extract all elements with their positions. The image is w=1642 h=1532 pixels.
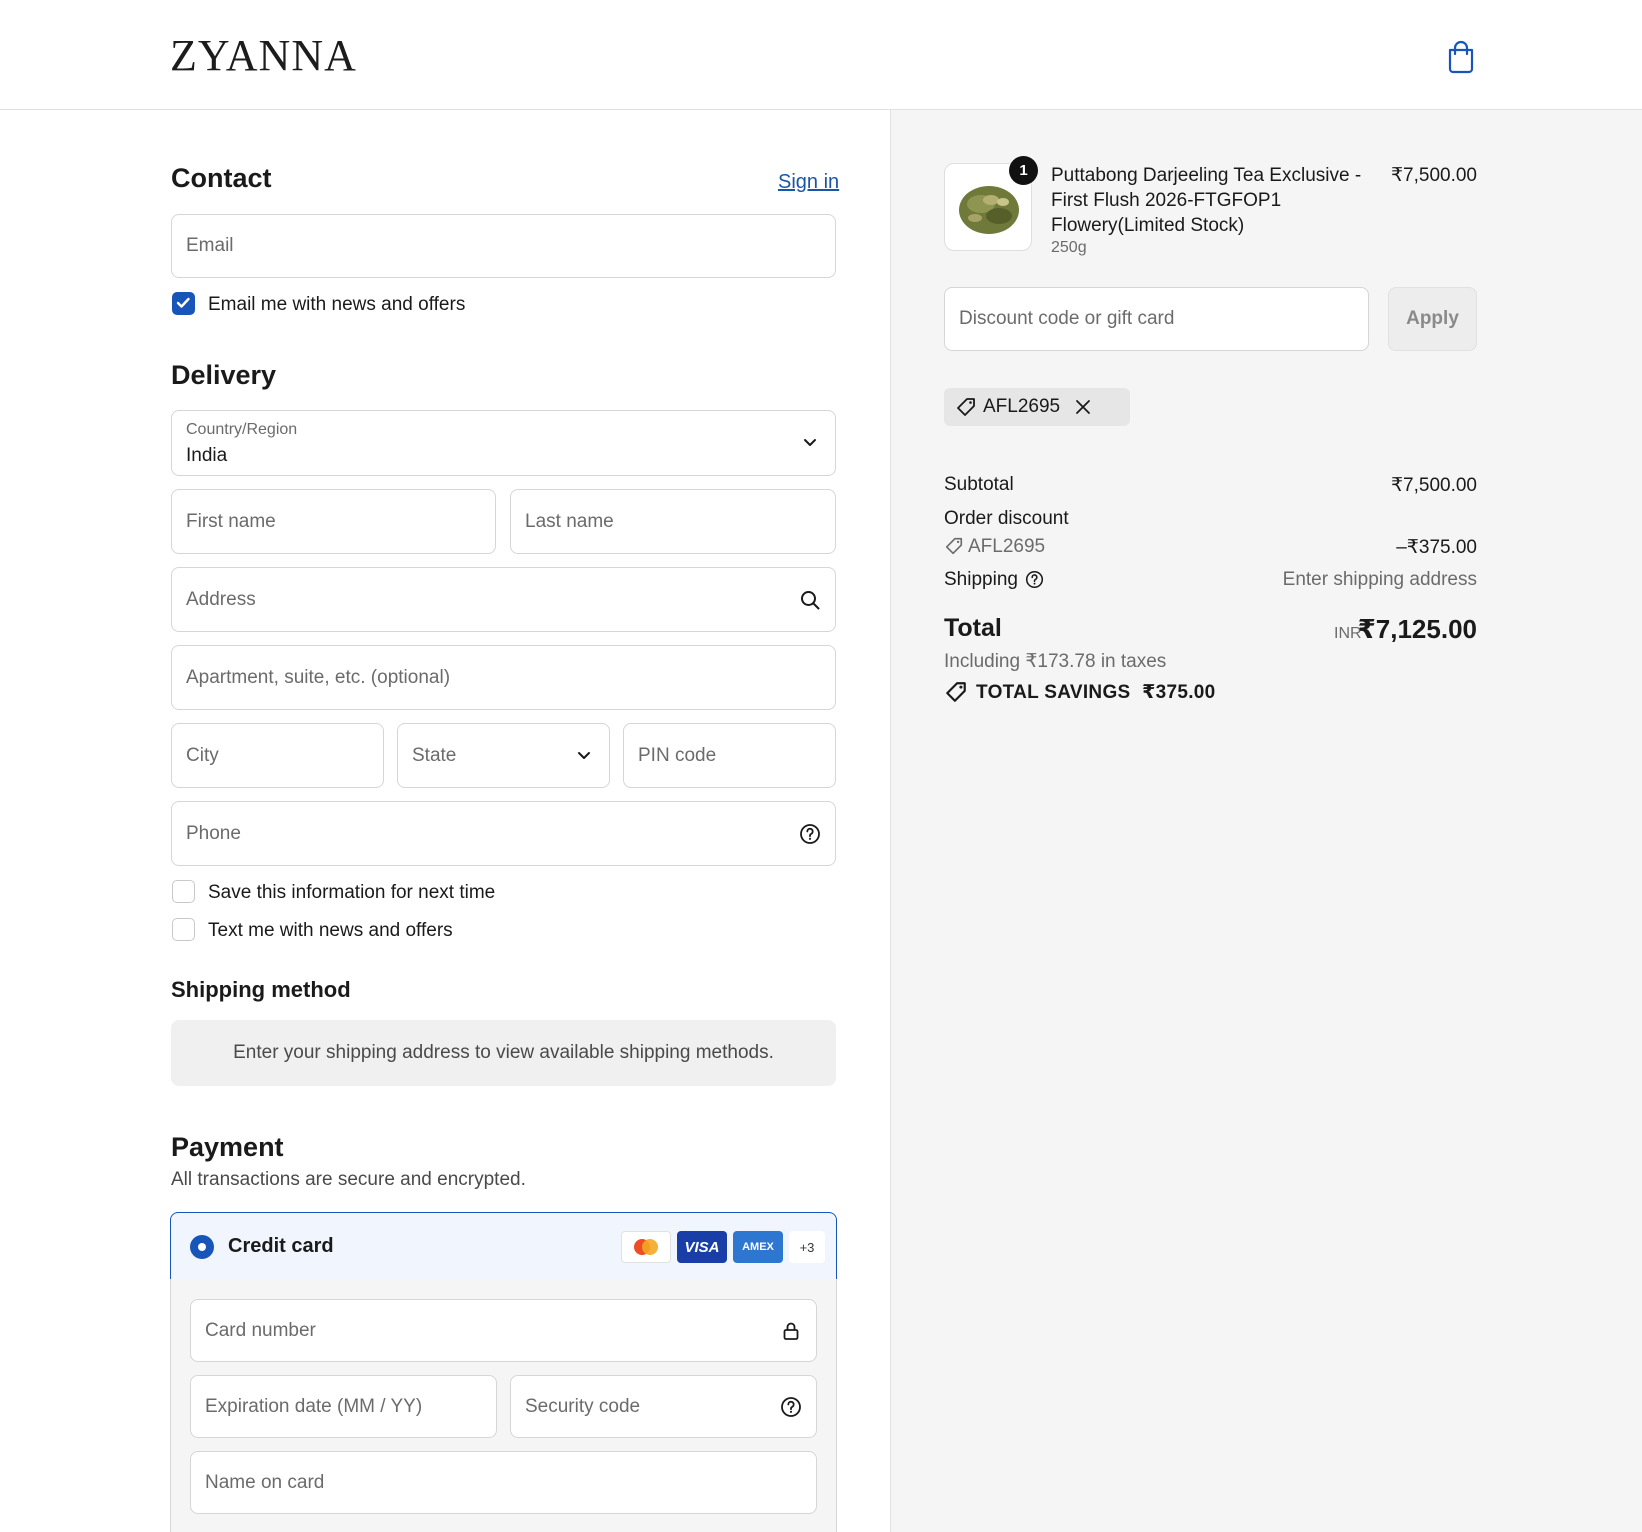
first-name-field[interactable]: First name xyxy=(171,489,496,554)
shopping-bag-icon[interactable] xyxy=(1446,40,1476,74)
total-savings: TOTAL SAVINGS ₹375.00 xyxy=(976,681,1216,704)
news-checkbox[interactable] xyxy=(172,292,195,315)
pin-code-field[interactable]: PIN code xyxy=(623,723,836,788)
search-icon xyxy=(801,590,820,609)
expiry-placeholder: Expiration date (MM / YY) xyxy=(205,1395,423,1417)
savings-tag-icon xyxy=(946,682,966,702)
shipping-label: Shipping xyxy=(944,569,1018,590)
more-card-brands-badge: +3 xyxy=(789,1231,825,1263)
city-placeholder: City xyxy=(186,744,219,766)
name-on-card-field[interactable]: Name on card xyxy=(190,1451,817,1514)
applied-discount-code: AFL2695 xyxy=(983,396,1061,417)
total-label: Total xyxy=(944,614,1002,642)
security-code-field[interactable]: Security code xyxy=(510,1375,817,1438)
news-checkbox-label: Email me with news and offers xyxy=(208,294,466,315)
payment-heading: Payment xyxy=(171,1132,284,1162)
card-number-placeholder: Card number xyxy=(205,1319,316,1341)
credit-card-fields: Card number Expiration date (MM / YY) Se… xyxy=(170,1279,837,1532)
help-icon[interactable] xyxy=(799,823,821,845)
last-name-placeholder: Last name xyxy=(525,510,614,532)
expiry-field[interactable]: Expiration date (MM / YY) xyxy=(190,1375,497,1438)
help-icon[interactable] xyxy=(780,1396,802,1418)
apartment-placeholder: Apartment, suite, etc. (optional) xyxy=(186,666,451,688)
checkmark-icon xyxy=(176,297,190,308)
credit-card-option[interactable]: Credit card VISA AMEX +3 xyxy=(170,1212,837,1280)
contact-heading: Contact xyxy=(171,163,272,193)
credit-card-radio[interactable] xyxy=(190,1235,214,1259)
close-icon[interactable] xyxy=(1074,398,1092,416)
city-field[interactable]: City xyxy=(171,723,384,788)
address-field[interactable]: Address xyxy=(171,567,836,632)
order-discount-label: Order discount xyxy=(944,508,1069,529)
amex-icon: AMEX xyxy=(733,1231,783,1263)
country-select[interactable]: Country/Region India xyxy=(171,410,836,476)
applied-discount-chip: AFL2695 xyxy=(944,388,1130,426)
subtotal-value: ₹7,500.00 xyxy=(1390,475,1477,496)
phone-field[interactable]: Phone xyxy=(171,801,836,866)
header: ZYANNA xyxy=(0,0,1642,110)
payment-subtitle: All transactions are secure and encrypte… xyxy=(171,1169,526,1190)
mastercard-icon xyxy=(621,1231,671,1263)
sign-in-link[interactable]: Sign in xyxy=(778,171,839,194)
apartment-field[interactable]: Apartment, suite, etc. (optional) xyxy=(171,645,836,710)
delivery-heading: Delivery xyxy=(171,360,277,390)
total-savings-label: TOTAL SAVINGS xyxy=(976,682,1131,703)
address-placeholder: Address xyxy=(186,588,256,610)
pin-code-placeholder: PIN code xyxy=(638,744,717,766)
save-info-checkbox[interactable] xyxy=(172,880,195,903)
shipping-method-heading: Shipping method xyxy=(171,977,351,1002)
first-name-placeholder: First name xyxy=(186,510,276,532)
credit-card-label: Credit card xyxy=(228,1235,334,1257)
card-number-field[interactable]: Card number xyxy=(190,1299,817,1362)
text-me-label: Text me with news and offers xyxy=(208,920,453,941)
shipping-value: Enter shipping address xyxy=(1282,569,1477,590)
total-value: ₹7,125.00 xyxy=(1357,614,1477,644)
order-discount-code: AFL2695 xyxy=(968,536,1046,557)
chevron-down-icon xyxy=(578,751,590,759)
email-placeholder: Email xyxy=(186,235,234,256)
product-price: ₹7,500.00 xyxy=(1390,165,1477,186)
text-me-checkbox[interactable] xyxy=(172,918,195,941)
state-select[interactable]: State xyxy=(397,723,610,788)
lock-icon xyxy=(783,1322,799,1340)
product-title: Puttabong Darjeeling Tea Exclusive - Fir… xyxy=(1051,165,1362,236)
discount-code-field[interactable]: Discount code or gift card xyxy=(944,287,1369,351)
visa-icon: VISA xyxy=(677,1231,727,1263)
shipping-method-notice: Enter your shipping address to view avai… xyxy=(171,1020,836,1086)
brand-logo[interactable]: ZYANNA xyxy=(170,30,357,81)
country-value: India xyxy=(186,445,228,466)
security-code-placeholder: Security code xyxy=(525,1395,641,1417)
apply-button[interactable]: Apply xyxy=(1388,287,1477,351)
name-on-card-placeholder: Name on card xyxy=(205,1471,325,1493)
country-label: Country/Region xyxy=(186,421,298,438)
discount-code-placeholder: Discount code or gift card xyxy=(959,308,1175,329)
save-info-label: Save this information for next time xyxy=(208,882,496,903)
order-discount-value: –₹375.00 xyxy=(1396,537,1477,558)
taxes-note: Including ₹173.78 in taxes xyxy=(944,651,1167,672)
tag-icon xyxy=(957,398,975,416)
total-savings-value: ₹375.00 xyxy=(1142,682,1216,703)
state-placeholder: State xyxy=(412,744,457,766)
phone-placeholder: Phone xyxy=(186,822,241,844)
last-name-field[interactable]: Last name xyxy=(510,489,836,554)
product-variant: 250g xyxy=(1051,239,1087,256)
chevron-down-icon xyxy=(804,439,816,446)
help-icon[interactable] xyxy=(1025,570,1044,589)
email-field[interactable]: Email xyxy=(171,214,836,278)
subtotal-label: Subtotal xyxy=(944,474,1014,495)
quantity-badge: 1 xyxy=(1009,156,1038,185)
tag-icon xyxy=(945,537,963,555)
